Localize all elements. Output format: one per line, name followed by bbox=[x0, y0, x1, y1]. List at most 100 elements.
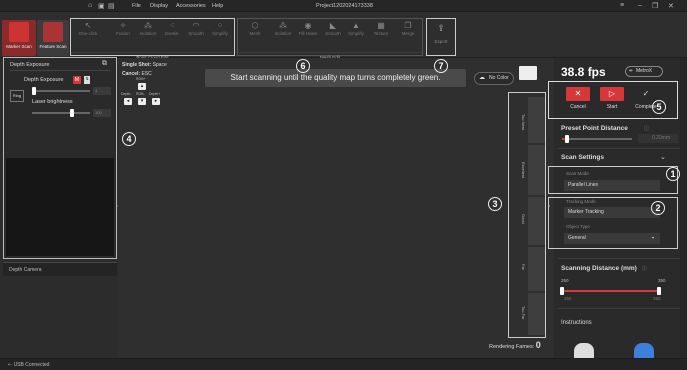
distance-max-knob[interactable] bbox=[657, 287, 661, 295]
metrox-label: MetroX bbox=[636, 68, 653, 74]
tool-merge[interactable]: ❐ Merge bbox=[393, 21, 423, 36]
tool-simplify[interactable]: ⁘ Simplify bbox=[205, 21, 235, 36]
rgb-plus-button[interactable]: ▴ bbox=[138, 83, 146, 90]
divider bbox=[558, 258, 682, 259]
divider bbox=[558, 148, 682, 149]
feature-scan-label: Feature Scan bbox=[39, 44, 67, 49]
depth-camera-preview bbox=[6, 158, 114, 256]
panel-title: Depth Exposure bbox=[10, 62, 50, 68]
distance-min-label: 250 bbox=[561, 278, 569, 283]
feature-scan-button[interactable]: Feature Scan bbox=[37, 20, 69, 56]
menu-file[interactable]: File bbox=[132, 3, 141, 9]
rendering-frames: Rendering Fames: 0 bbox=[489, 340, 541, 350]
folder-icon[interactable]: ▤ bbox=[108, 2, 115, 10]
depth-plus-button[interactable]: ▸ bbox=[152, 98, 160, 105]
quality-label-too-far: Too Far bbox=[521, 306, 526, 320]
manual-badge[interactable]: M bbox=[73, 76, 81, 84]
export-icon: ⇪ bbox=[437, 23, 445, 33]
ring-button[interactable]: Ring bbox=[10, 90, 24, 102]
menu-help[interactable]: Help bbox=[212, 3, 223, 9]
scanner-thumbnail[interactable] bbox=[519, 66, 537, 80]
marker-scan-label: Marker Scan bbox=[6, 44, 32, 49]
fps-readout: 38.8 fps bbox=[561, 65, 606, 79]
marker-scan-button[interactable]: Marker Scan bbox=[2, 20, 36, 56]
color-icon: ☁ bbox=[479, 75, 485, 81]
depth-minus-button[interactable]: ◂ bbox=[124, 98, 132, 105]
cancel-scan-button[interactable]: ✕ bbox=[566, 87, 590, 101]
depth-slider-knob[interactable] bbox=[32, 87, 36, 95]
menu-display[interactable]: Display bbox=[150, 3, 168, 9]
depth-exposure-label: Depth Exposure bbox=[24, 77, 64, 83]
popout-icon[interactable]: ⧉ bbox=[102, 60, 107, 68]
depth-slider-track[interactable] bbox=[32, 90, 90, 92]
object-type-label: Object Type bbox=[566, 224, 590, 229]
instruction-image-1[interactable] bbox=[574, 343, 594, 358]
distance-max-value: 350 bbox=[653, 296, 661, 301]
distance-min-value: 250 bbox=[564, 296, 572, 301]
rendering-frames-label: Rendering Fames: bbox=[489, 344, 535, 350]
laser-slider-knob[interactable] bbox=[70, 109, 74, 117]
quality-label-far: Far bbox=[521, 264, 526, 270]
settings-icon[interactable]: ≡ bbox=[620, 2, 624, 9]
minimize-icon[interactable]: – bbox=[638, 2, 642, 9]
tool-texture[interactable]: ▦ Texture bbox=[366, 21, 396, 36]
quality-bar-far bbox=[528, 247, 545, 291]
no-color-label: No Color bbox=[489, 75, 509, 81]
toggle-arrows-icon[interactable]: ⇅ bbox=[84, 76, 90, 84]
depth-camera-bar: Depth Camera bbox=[3, 262, 117, 276]
instruction-banner: Start scanning until the quality map tur… bbox=[205, 69, 466, 87]
rgb-minus-button[interactable]: ▾ bbox=[138, 98, 146, 105]
scan-settings-title: Scan Settings bbox=[561, 154, 604, 161]
start-scan-button[interactable]: ▷ bbox=[600, 87, 624, 101]
tool-mesh[interactable]: ⬡ Mesh bbox=[240, 21, 270, 36]
ppd-slider-track[interactable] bbox=[562, 138, 632, 140]
right-edge-toolstrip bbox=[680, 58, 687, 358]
distance-help-icon[interactable]: ⓘ bbox=[642, 265, 647, 272]
annotation-2: 2 bbox=[651, 201, 665, 215]
tracking-mode-label: Tracking Mode bbox=[566, 199, 596, 204]
tracking-mode-select[interactable]: Marker Tracking bbox=[564, 207, 660, 218]
start-label: Start bbox=[606, 104, 618, 110]
rendering-frames-value: 0 bbox=[535, 340, 541, 350]
laser-brightness-label: Laser brightness bbox=[32, 99, 73, 105]
scanning-distance-title: Scanning Distance (mm) bbox=[561, 265, 637, 272]
scan-mode-label: Scan Mode bbox=[566, 171, 589, 176]
object-type-select[interactable]: General bbox=[564, 233, 660, 244]
divider bbox=[558, 308, 682, 309]
instruction-image-2[interactable] bbox=[634, 343, 654, 358]
cancel-label: Cancel bbox=[570, 104, 586, 110]
metrox-icon: ↞ bbox=[629, 68, 634, 74]
distance-min-knob[interactable] bbox=[560, 287, 564, 295]
laser-slider-track[interactable] bbox=[32, 112, 90, 114]
tool-one-click[interactable]: ↖ One-click bbox=[73, 21, 103, 36]
annotation-5: 5 bbox=[652, 100, 666, 114]
quality-label-excellent: Excellent bbox=[521, 161, 526, 179]
complete-scan-button[interactable]: ✓ bbox=[634, 87, 658, 101]
ppd-value-field[interactable]: 0.20mm bbox=[638, 134, 678, 143]
metrox-button[interactable]: ↞ MetroX bbox=[625, 66, 663, 77]
instructions-title: Instructions bbox=[561, 320, 592, 326]
close-icon[interactable]: ✕ bbox=[668, 2, 674, 10]
depth-value-field[interactable]: 4 bbox=[93, 87, 111, 95]
depth-plus-label: Depth+ bbox=[149, 92, 161, 96]
rgb-minus-label: RGB- bbox=[136, 92, 145, 96]
chevron-down-icon[interactable]: ⌄ bbox=[660, 153, 666, 161]
scan-mode-select[interactable]: Parallel Lines bbox=[564, 180, 660, 191]
annotation-7: 7 bbox=[434, 59, 448, 73]
title-bar: ⌂ ▣ ▤ File Display Accessories Help Proj… bbox=[0, 0, 687, 12]
single-shot-label: Single Shot: bbox=[122, 62, 152, 68]
app-window: ⌂ ▣ ▤ File Display Accessories Help Proj… bbox=[0, 0, 687, 370]
menu-accessories[interactable]: Accessories bbox=[176, 3, 206, 9]
home-icon[interactable]: ⌂ bbox=[88, 2, 92, 9]
export-button[interactable]: ⇪ Export bbox=[426, 18, 456, 56]
preset-point-distance-title: Preset Point Distance bbox=[561, 125, 628, 132]
no-color-toggle[interactable]: ☁ No Color bbox=[474, 72, 514, 85]
distance-range-track[interactable] bbox=[562, 290, 660, 292]
shortcuts-hint: Single Shot: Space bbox=[122, 62, 167, 68]
ppd-help-icon[interactable]: ⓘ bbox=[644, 125, 649, 132]
divider bbox=[10, 70, 110, 71]
save-icon[interactable]: ▣ bbox=[98, 2, 105, 10]
laser-value-field[interactable]: 100 bbox=[93, 109, 111, 117]
restore-icon[interactable]: ❐ bbox=[652, 2, 658, 10]
ppd-slider-knob[interactable] bbox=[565, 135, 569, 143]
